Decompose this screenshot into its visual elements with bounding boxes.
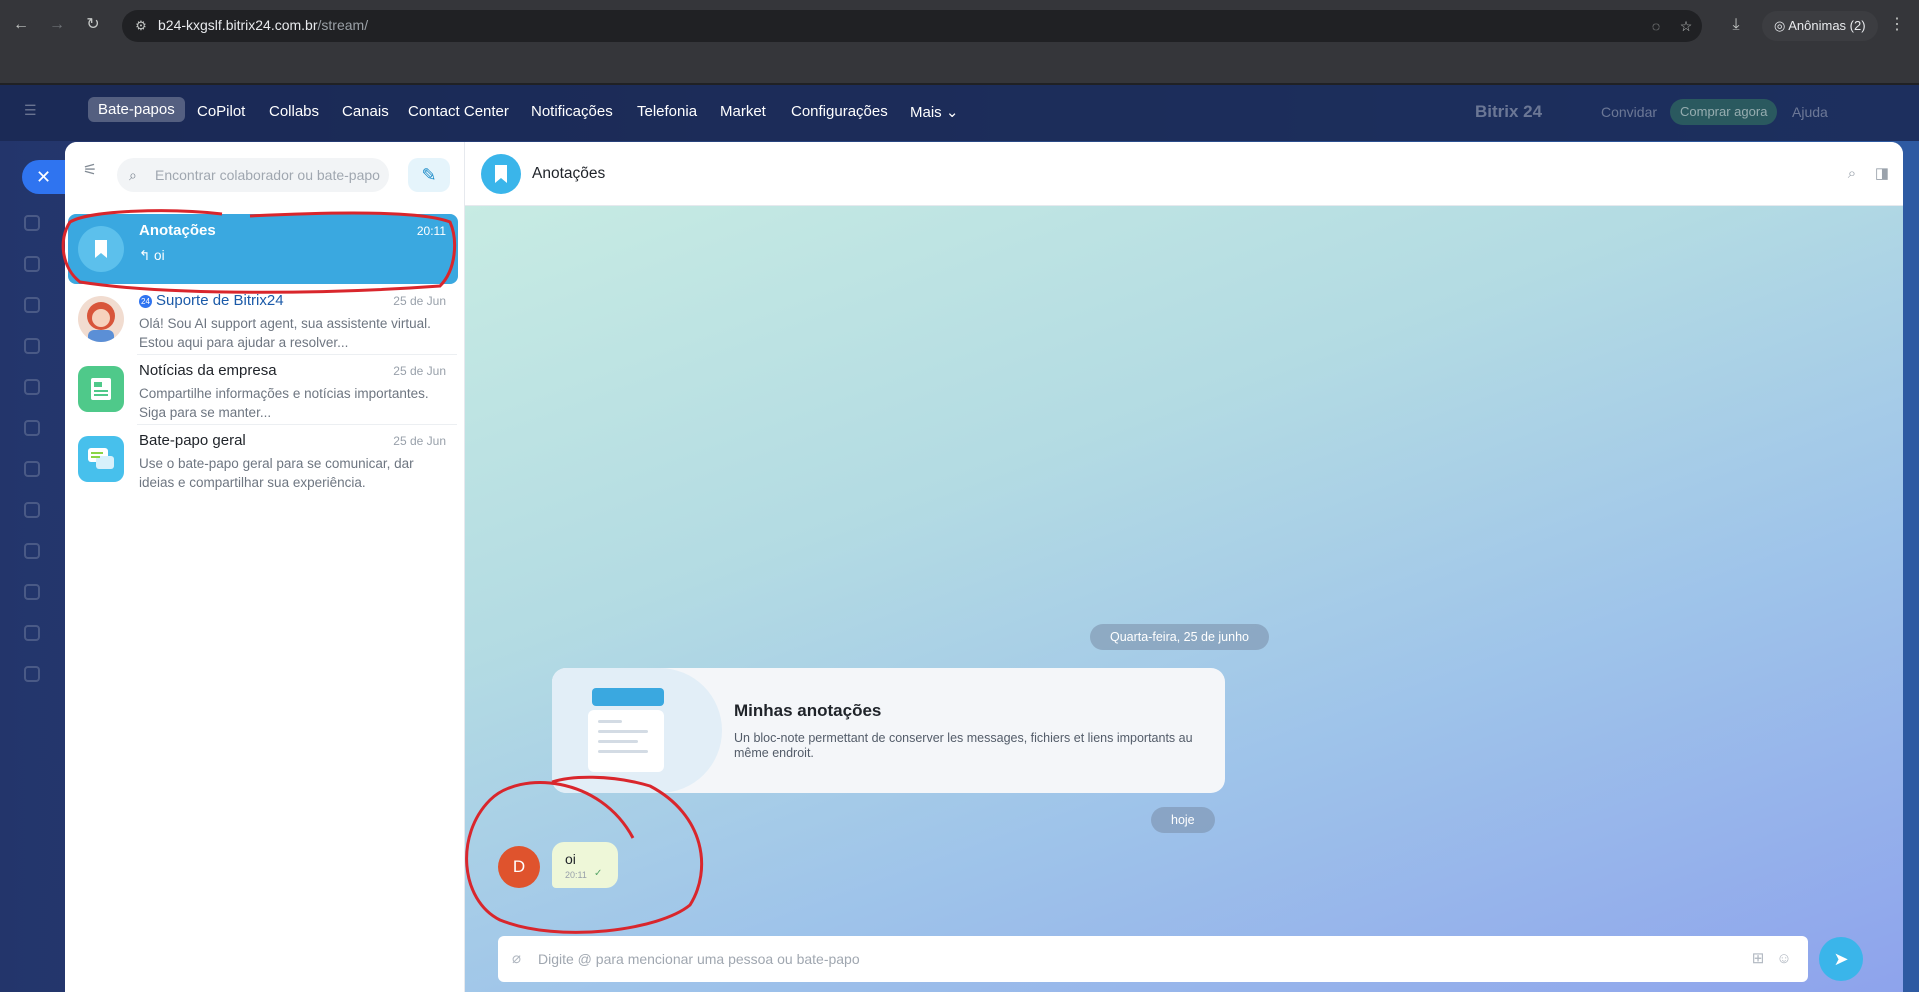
chat-time: 20:11 xyxy=(416,224,446,238)
menu-icon[interactable] xyxy=(24,338,40,354)
message-input[interactable] xyxy=(538,936,1718,982)
menu-icon[interactable] xyxy=(24,420,40,436)
menu-icon[interactable] xyxy=(24,502,40,518)
site-settings-icon[interactable]: ⚙ xyxy=(132,17,150,35)
eye-off-icon[interactable]: ◌ xyxy=(1646,16,1666,36)
chat-search-input[interactable] xyxy=(155,158,383,192)
search-icon: ⌕ xyxy=(129,167,137,183)
message-composer[interactable]: ⌀ ⊞ ☺ xyxy=(498,936,1808,982)
sidebar-toggle-icon[interactable]: ◨ xyxy=(1872,164,1892,184)
bookmark-icon xyxy=(481,154,521,194)
menu-collabs[interactable]: Collabs xyxy=(269,103,319,120)
search-icon[interactable]: ⌕ xyxy=(1842,164,1862,184)
buy-now-button[interactable]: Comprar agora xyxy=(1670,99,1778,125)
browser-menu-icon[interactable]: ⋮ xyxy=(1886,14,1908,36)
menu-icon[interactable] xyxy=(24,584,40,600)
chat-bubbles-icon xyxy=(78,436,124,482)
menu-icon[interactable] xyxy=(24,379,40,395)
bookmarks-bar xyxy=(0,52,1919,84)
incognito-badge[interactable]: ◎ Anônimas (2) xyxy=(1762,11,1878,41)
notes-info-card: Minhas anotações Un bloc-note permettant… xyxy=(552,668,1225,793)
chat-preview: ↰ oi xyxy=(139,248,165,263)
smart-apps-icon[interactable]: ⊞ xyxy=(1748,949,1768,969)
chat-time: 25 de Jun xyxy=(393,364,446,378)
menu-market[interactable]: Market xyxy=(720,103,766,120)
menu-mais[interactable]: Mais ⌄ xyxy=(910,103,958,121)
reload-icon[interactable]: ↻ xyxy=(82,14,104,36)
download-icon[interactable]: ⤓ xyxy=(1725,14,1747,36)
emoji-icon[interactable]: ☺ xyxy=(1774,949,1794,969)
chat-title: Notícias da empresa xyxy=(139,362,277,379)
menu-configuracoes[interactable]: Configurações xyxy=(791,103,888,120)
address-bar[interactable]: ⚙ b24-kxgslf.bitrix24.com.br/stream/ ◌ ☆ xyxy=(122,10,1702,42)
chat-time: 25 de Jun xyxy=(393,294,446,308)
messenger-panel: ⚟ ⌕ ✎ Anotações 20:11 ↰ oi 24Suporte de … xyxy=(65,142,1903,992)
menu-icon[interactable] xyxy=(24,215,40,231)
message-time: 20:11 xyxy=(565,870,587,880)
attach-icon[interactable]: ⌀ xyxy=(512,949,532,969)
bitrix-brand: Bitrix 24 xyxy=(1475,102,1543,121)
chat-time: 25 de Jun xyxy=(393,434,446,448)
chat-messages: Quarta-feira, 25 de junho Minhas anotaçõ… xyxy=(465,206,1903,992)
message-bubble[interactable]: oi 20:11 ✓ xyxy=(552,842,618,888)
message-text: oi xyxy=(565,851,576,867)
notes-card-title: Minhas anotações xyxy=(734,701,882,720)
back-icon[interactable]: ← xyxy=(10,14,32,36)
url-text: b24-kxgslf.bitrix24.com.br/stream/ xyxy=(158,17,369,33)
chat-item-suporte[interactable]: 24 Suporte de Bitrix24 25 de Jun Olá! Sou… xyxy=(68,284,458,354)
menu-canais[interactable]: Canais xyxy=(342,103,389,120)
date-divider: Quarta-feira, 25 de junho xyxy=(1090,624,1269,650)
chat-preview: Olá! Sou AI support agent, sua assistent… xyxy=(139,316,431,350)
chat-main: Anotações ⌕ ◨ Quarta-feira, 25 de junho … xyxy=(465,142,1903,992)
invite-link[interactable]: Convidar xyxy=(1601,104,1657,120)
support-agent-avatar xyxy=(78,296,124,342)
menu-bate-papos[interactable]: Bate-papos xyxy=(88,97,185,122)
star-icon[interactable]: ☆ xyxy=(1676,16,1696,36)
avatar[interactable]: D xyxy=(498,846,540,888)
notes-illustration xyxy=(552,668,722,793)
menu-icon[interactable] xyxy=(24,297,40,313)
chat-title: 24 Suporte de Bitrix24 xyxy=(139,292,284,309)
newspaper-icon xyxy=(78,366,124,412)
chat-item-noticias[interactable]: Notícias da empresa 25 de Jun Compartilh… xyxy=(68,354,458,424)
bitrix-left-menu xyxy=(0,141,65,992)
menu-telefonia[interactable]: Telefonia xyxy=(637,103,697,120)
menu-icon[interactable] xyxy=(24,461,40,477)
chat-search[interactable]: ⌕ xyxy=(117,158,389,192)
new-chat-button[interactable]: ✎ xyxy=(408,158,450,192)
chat-sidebar: ⚟ ⌕ ✎ Anotações 20:11 ↰ oi 24Suporte de … xyxy=(65,142,465,992)
chat-title: Anotações xyxy=(139,222,216,239)
chat-item-anotacoes[interactable]: Anotações 20:11 ↰ oi xyxy=(68,214,458,284)
notes-card-description: Un bloc-note permettant de conserver les… xyxy=(734,731,1193,760)
forward-icon[interactable]: → xyxy=(46,14,68,36)
menu-icon[interactable] xyxy=(24,256,40,272)
chat-header: Anotações ⌕ ◨ xyxy=(465,142,1903,206)
bookmark-icon xyxy=(78,226,124,272)
hamburger-icon[interactable]: ☰ xyxy=(24,102,37,119)
menu-icon[interactable] xyxy=(24,625,40,641)
chat-preview: Use o bate-papo geral para se comunicar,… xyxy=(139,456,414,490)
check-icon: ✓ xyxy=(594,868,603,879)
chat-title: Bate-papo geral xyxy=(139,432,246,449)
help-link[interactable]: Ajuda xyxy=(1792,104,1828,120)
menu-contact-center[interactable]: Contact Center xyxy=(408,103,509,120)
today-divider: hoje xyxy=(1151,807,1215,833)
menu-icon[interactable] xyxy=(24,666,40,682)
send-button[interactable]: ➤ xyxy=(1819,937,1863,981)
menu-notificacoes[interactable]: Notificações xyxy=(531,103,613,120)
menu-icon[interactable] xyxy=(24,543,40,559)
bitrix24-badge-icon: 24 xyxy=(139,295,152,308)
filter-settings-icon[interactable]: ⚟ xyxy=(79,160,101,182)
chat-preview: Compartilhe informações e notícias impor… xyxy=(139,386,429,420)
chat-header-title[interactable]: Anotações xyxy=(532,165,605,183)
chat-item-bate-papo-geral[interactable]: Bate-papo geral 25 de Jun Use o bate-pap… xyxy=(68,424,458,494)
browser-toolbar: ← → ↻ ⚙ b24-kxgslf.bitrix24.com.br/strea… xyxy=(0,0,1919,52)
menu-copilot[interactable]: CoPilot xyxy=(197,103,245,120)
